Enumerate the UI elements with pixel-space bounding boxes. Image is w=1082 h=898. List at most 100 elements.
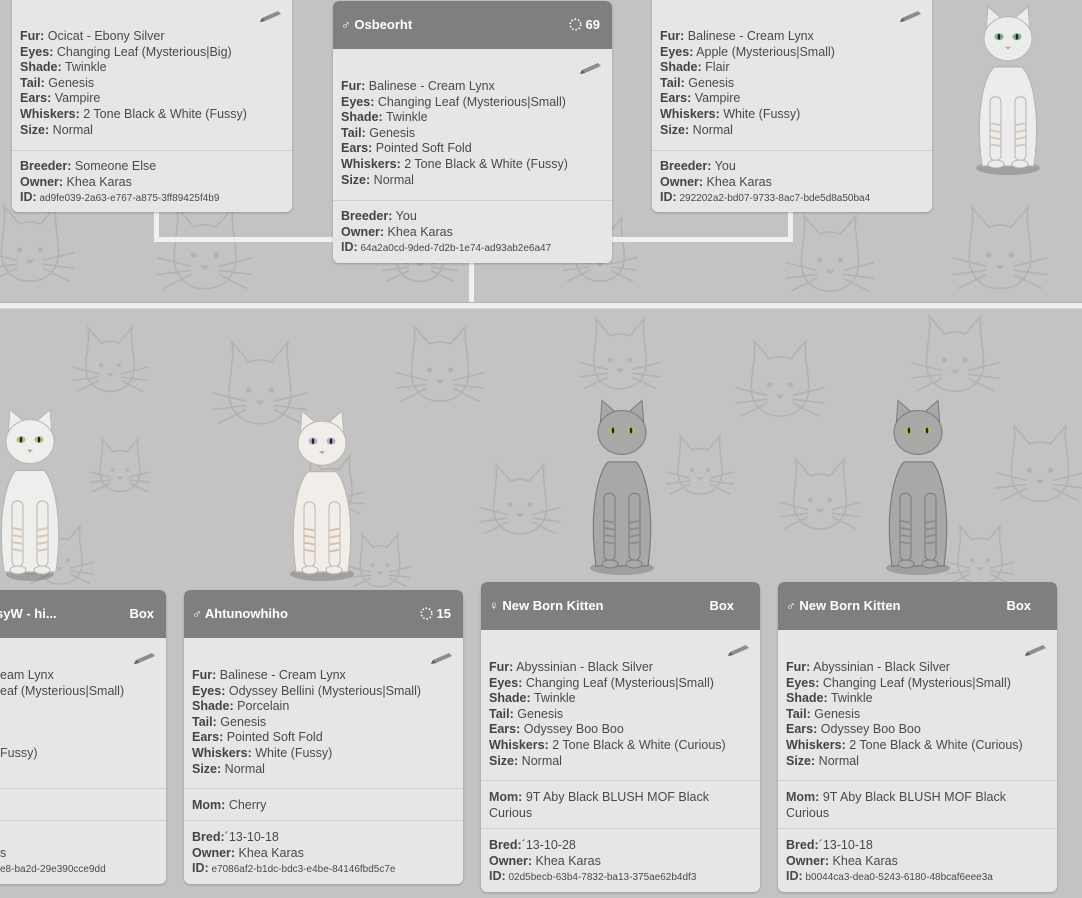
parent-card-osbeorht[interactable]: ♂ Osbeorht 69 Fur: Balinese - Cream Lynx… bbox=[333, 1, 612, 263]
female-icon: ♀ bbox=[489, 598, 499, 613]
pencil-icon[interactable] bbox=[898, 10, 924, 24]
breeder-value: You bbox=[714, 159, 736, 173]
size-row: Size: Normal bbox=[660, 122, 733, 137]
breeder-value: Someone Else bbox=[74, 159, 157, 173]
eyes-row: Eyes: Changing Leaf (Mysterious|Small) bbox=[489, 675, 714, 690]
fur-row: Fur: Balinese - Cream Lynx bbox=[660, 29, 814, 43]
tail-row: Tail: Genesis bbox=[489, 706, 564, 721]
eyes-row: Eyes: Apple (Mysterious|Small) bbox=[660, 44, 835, 59]
cat-face-pattern-icon bbox=[735, 338, 825, 417]
owner-value: s bbox=[0, 846, 7, 860]
size-row: Size: Normal bbox=[341, 172, 414, 187]
whiskers-value: White (Fussy) bbox=[723, 106, 801, 121]
parent-card-mother[interactable]: Fur: Balinese - Cream Lynx Eyes: Apple (… bbox=[652, 0, 932, 212]
size-row: Size: Normal bbox=[20, 122, 93, 137]
tail-row: Tail: Genesis bbox=[20, 75, 95, 90]
shade-row: Shade: Porcelain bbox=[192, 699, 290, 714]
tail-row: Tail: Genesis bbox=[192, 714, 267, 729]
fur-value: eam Lynx bbox=[0, 668, 54, 682]
parent-cat-figure[interactable] bbox=[958, 0, 1058, 176]
fur-row: Fur: Ocicat - Ebony Silver bbox=[20, 29, 165, 43]
mom-value[interactable]: 9T Aby Black BLUSH MOF Black Curious bbox=[489, 790, 709, 820]
card-header: ♀ New Born Kitten Box bbox=[481, 582, 760, 630]
owner-row: Owner: Khea Karas bbox=[660, 174, 772, 189]
tail-value: Genesis bbox=[814, 706, 861, 721]
eyes-row: Eyes: Changing Leaf (Mysterious|Small) bbox=[786, 675, 1011, 690]
pencil-icon[interactable] bbox=[726, 644, 752, 658]
section-divider bbox=[184, 788, 463, 789]
section-divider bbox=[481, 828, 760, 829]
pencil-icon[interactable] bbox=[132, 652, 158, 666]
mom-row: Mom: 9T Aby Black BLUSH MOF Black Curiou… bbox=[786, 790, 1006, 820]
bred-value: ´13-10-28 bbox=[521, 838, 576, 852]
fur-row: Fur: Abyssinian - Black Silver bbox=[786, 660, 950, 674]
cat-name[interactable]: New Born Kitten bbox=[799, 598, 900, 613]
kitten-cat-figure-2[interactable] bbox=[272, 404, 372, 582]
fur-value: Balinese - Cream Lynx bbox=[219, 668, 346, 682]
pencil-icon[interactable] bbox=[1023, 644, 1049, 658]
cat-name[interactable]: Osbeorht bbox=[354, 17, 412, 32]
cat-face-pattern-icon bbox=[479, 461, 561, 535]
cat-name[interactable]: syW - hi... bbox=[0, 606, 57, 622]
ears-value: Pointed Soft Fold bbox=[375, 141, 472, 156]
breeder-row: Breeder: You bbox=[660, 159, 736, 173]
cat-face-pattern-icon bbox=[157, 204, 253, 290]
mom-value[interactable]: Cherry bbox=[229, 798, 267, 812]
tail-value: Genesis bbox=[48, 75, 95, 90]
parent-card-father[interactable]: Fur: Ocicat - Ebony Silver Eyes: Changin… bbox=[12, 0, 292, 212]
owner-row: Owner: Khea Karas bbox=[489, 853, 601, 868]
eyes-value: Odyssey Bellini (Mysterious|Small) bbox=[228, 683, 422, 698]
section-divider bbox=[778, 780, 1057, 781]
whiskers-value: 2 Tone Black & White (Fussy) bbox=[83, 106, 247, 121]
cat-face-pattern-icon bbox=[579, 316, 661, 390]
size-row: Size: Normal bbox=[786, 753, 859, 768]
eyes-value: Changing Leaf (Mysterious|Small) bbox=[822, 675, 1011, 690]
section-divider bbox=[778, 828, 1057, 829]
kitten-cat-figure-3[interactable] bbox=[572, 392, 672, 576]
owner-value: Khea Karas bbox=[832, 853, 898, 868]
whiskers-row: Whiskers: 2 Tone Black & White (Fussy) bbox=[341, 156, 568, 171]
bred-value: ´13-10-18 bbox=[818, 838, 873, 852]
pencil-icon[interactable] bbox=[258, 10, 284, 24]
shade-row: Shade: Twinkle bbox=[786, 691, 873, 706]
shade-value: Twinkle bbox=[830, 691, 873, 706]
section-divider bbox=[652, 150, 932, 151]
ears-value: Vampire bbox=[54, 91, 101, 106]
fur-value: Abyssinian - Black Silver bbox=[813, 660, 950, 674]
id-value: b0044ca3-dea0-5243-6180-48bcaf6eee3a bbox=[805, 872, 993, 884]
fur-row: Fur: Abyssinian - Black Silver bbox=[489, 660, 653, 674]
kitten-cat-figure-1[interactable] bbox=[0, 402, 75, 582]
cat-name[interactable]: Ahtunowhiho bbox=[205, 606, 288, 621]
generation-count: 69 bbox=[585, 17, 600, 32]
male-icon: ♂ bbox=[192, 606, 202, 621]
shade-value: Flair bbox=[705, 60, 730, 75]
id-value: e8-ba2d-29e390cce9dd bbox=[0, 863, 106, 875]
ears-row: Ears: Vampire bbox=[660, 91, 741, 106]
cat-name[interactable]: New Born Kitten bbox=[502, 598, 603, 613]
male-icon: ♂ bbox=[341, 17, 351, 32]
kitten-card-partial[interactable]: syW - hi... Box eam Lynx eaf (Mysterious… bbox=[0, 590, 166, 884]
owner-value: Khea Karas bbox=[66, 174, 132, 189]
kitten-card-newborn-female[interactable]: ♀ New Born Kitten Box Fur: Abyssinian - … bbox=[481, 582, 760, 892]
kitten-card-ahtunowhiho[interactable]: ♂ Ahtunowhiho 15 Fur: Balinese - Cream L… bbox=[184, 590, 463, 884]
breeder-value: You bbox=[395, 209, 417, 223]
fur-value: Ocicat - Ebony Silver bbox=[47, 29, 165, 43]
kitten-cat-figure-4[interactable] bbox=[868, 392, 968, 576]
section-divider bbox=[0, 820, 166, 821]
cat-face-pattern-icon bbox=[952, 204, 1048, 290]
pencil-icon[interactable] bbox=[429, 652, 455, 666]
size-value: Normal bbox=[52, 122, 93, 137]
id-row: ID: b0044ca3-dea0-5243-6180-48bcaf6eee3a bbox=[786, 869, 993, 884]
fur-row: Fur: Balinese - Cream Lynx bbox=[341, 79, 495, 93]
ears-value: Vampire bbox=[694, 91, 741, 106]
shade-value: Twinkle bbox=[385, 110, 428, 125]
pencil-icon[interactable] bbox=[578, 62, 604, 76]
fur-value: Balinese - Cream Lynx bbox=[368, 79, 495, 93]
eyes-value: Changing Leaf (Mysterious|Big) bbox=[56, 44, 232, 59]
mom-value[interactable]: 9T Aby Black BLUSH MOF Black Curious bbox=[786, 790, 1006, 820]
tail-row: Tail: Genesis bbox=[341, 125, 416, 140]
eyes-row: Eyes: Changing Leaf (Mysterious|Big) bbox=[20, 44, 232, 59]
kitten-card-newborn-male[interactable]: ♂ New Born Kitten Box Fur: Abyssinian - … bbox=[778, 582, 1057, 892]
card-header: ♂ Osbeorht 69 bbox=[333, 1, 612, 49]
owner-row: Owner: Khea Karas bbox=[20, 174, 132, 189]
